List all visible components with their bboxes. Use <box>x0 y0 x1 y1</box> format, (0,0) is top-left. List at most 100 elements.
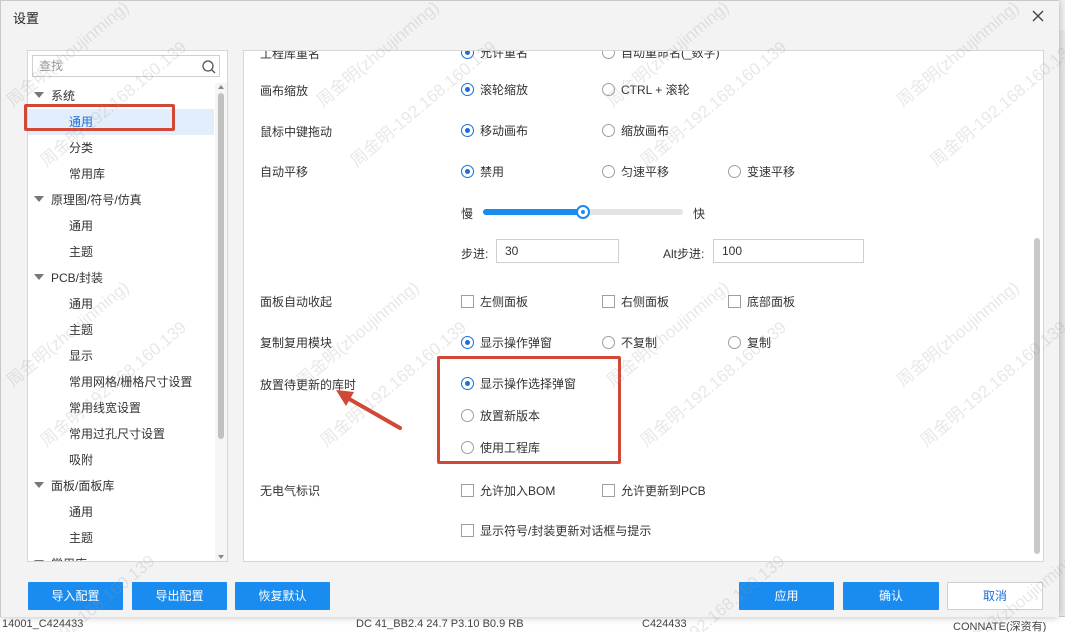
checkbox[interactable] <box>461 484 474 497</box>
background-cell: C424433 <box>642 618 687 630</box>
tree-item-label: 面板/面板库 <box>51 479 115 493</box>
setting-label-place-pending-update: 放置待更新的库时 <box>260 378 357 392</box>
scroll-up-icon[interactable] <box>218 85 224 89</box>
setting-label-panel-auto-collapse: 面板自动收起 <box>260 295 333 309</box>
tree-group-item[interactable]: 原理图/符号/仿真 <box>28 187 214 213</box>
radio-button[interactable] <box>461 124 474 137</box>
radio-button[interactable] <box>602 165 615 178</box>
setting-label-auto-pan: 自动平移 <box>260 165 309 179</box>
tree-child-item[interactable]: 显示 <box>28 343 214 369</box>
tree-item-label: 通用 <box>69 505 94 519</box>
caret-down-icon[interactable] <box>34 92 44 98</box>
caret-down-icon[interactable] <box>34 482 44 488</box>
caret-down-icon[interactable] <box>34 196 44 202</box>
radio-button[interactable] <box>461 336 474 349</box>
dialog-body: 系统通用分类常用库原理图/符号/仿真通用主题PCB/封装通用主题显示常用网格/栅… <box>1 31 1059 617</box>
checkbox-label: 显示符号/封装更新对话框与提示 <box>480 524 652 538</box>
tree-child-item[interactable]: 分类 <box>28 135 214 161</box>
radio-button[interactable] <box>602 51 615 59</box>
tree-item-label: 通用 <box>69 297 94 311</box>
radio-label: 禁用 <box>480 165 505 179</box>
reset-default-button[interactable]: 恢复默认 <box>235 582 330 610</box>
checkbox[interactable] <box>602 484 615 497</box>
checkbox[interactable] <box>461 524 474 537</box>
tree-item-label: 常用线宽设置 <box>69 401 142 415</box>
checkbox-label: 允许更新到PCB <box>621 484 706 498</box>
radio-button[interactable] <box>602 336 615 349</box>
checkbox[interactable] <box>728 295 741 308</box>
radio-button[interactable] <box>728 336 741 349</box>
tree-item-label: 常用过孔尺寸设置 <box>69 427 166 441</box>
radio-label: 放置新版本 <box>480 409 541 423</box>
tree-child-item[interactable]: 通用 <box>28 291 214 317</box>
close-button[interactable] <box>1027 6 1049 26</box>
close-icon <box>1032 10 1044 22</box>
slider-handle[interactable] <box>576 205 590 219</box>
tree-scrollbar[interactable] <box>215 83 227 561</box>
checkbox[interactable] <box>461 295 474 308</box>
radio-button[interactable] <box>728 165 741 178</box>
apply-button[interactable]: 应用 <box>739 582 834 610</box>
setting-label-no-electrical-mark: 无电气标识 <box>260 484 321 498</box>
background-right-strip <box>1058 30 1065 632</box>
settings-tree-panel: 系统通用分类常用库原理图/符号/仿真通用主题PCB/封装通用主题显示常用网格/栅… <box>27 50 228 562</box>
radio-button[interactable] <box>602 83 615 96</box>
tree-item-label: 常用网格/栅格尺寸设置 <box>69 375 193 389</box>
tree-child-item[interactable]: 常用库 <box>28 161 214 187</box>
tree-group-item[interactable]: 常用库 <box>28 551 214 561</box>
tree-item-label: 通用 <box>69 219 94 233</box>
tree-item-label: 吸附 <box>69 453 94 467</box>
slider-fast-label: 快 <box>693 207 706 221</box>
tree-search-box <box>32 55 220 77</box>
caret-down-icon[interactable] <box>34 274 44 280</box>
caret-down-icon[interactable] <box>34 560 44 561</box>
radio-button[interactable] <box>602 124 615 137</box>
checkbox-label: 右侧面板 <box>621 295 670 309</box>
tree-child-item[interactable]: 常用过孔尺寸设置 <box>28 421 214 447</box>
cancel-button[interactable]: 取消 <box>947 582 1043 610</box>
radio-button[interactable] <box>461 83 474 96</box>
search-icon[interactable] <box>201 59 217 75</box>
tree-child-item[interactable]: 通用 <box>28 213 214 239</box>
dialog-title-bar: 设置 <box>1 1 1059 31</box>
tree-child-item[interactable]: 主题 <box>28 239 214 265</box>
settings-dialog: 设置 系统通用分类常用库原理图/符号/仿真通用主题PCB/封装通用主题显示常用网… <box>0 0 1059 617</box>
settings-scrollbar[interactable] <box>1031 51 1043 561</box>
tree-child-item[interactable]: 主题 <box>28 525 214 551</box>
tree-child-item[interactable]: 常用线宽设置 <box>28 395 214 421</box>
tree-search-input[interactable] <box>33 56 193 76</box>
scroll-down-icon[interactable] <box>218 555 224 559</box>
tree-child-item[interactable]: 通用 <box>28 499 214 525</box>
ok-button[interactable]: 确认 <box>843 582 939 610</box>
tree-item-label: 通用 <box>69 115 94 129</box>
settings-scroll-thumb[interactable] <box>1034 238 1040 554</box>
radio-button[interactable] <box>461 409 474 422</box>
slider-fill <box>483 209 583 215</box>
tree-group-item[interactable]: PCB/封装 <box>28 265 214 291</box>
radio-button[interactable] <box>461 51 474 59</box>
pan-speed-slider[interactable] <box>483 205 683 219</box>
radio-label: 允许重名 <box>480 50 529 60</box>
radio-button[interactable] <box>461 377 474 390</box>
step-input[interactable] <box>496 239 619 263</box>
radio-label: CTRL + 滚轮 <box>621 83 690 97</box>
checkbox-label: 允许加入BOM <box>480 484 556 498</box>
tree-item-label: 主题 <box>69 245 94 259</box>
tree-item-label: 系统 <box>51 89 76 103</box>
radio-button[interactable] <box>461 165 474 178</box>
tree-group-item[interactable]: 面板/面板库 <box>28 473 214 499</box>
tree-group-item[interactable]: 系统 <box>28 83 214 109</box>
tree-child-item[interactable]: 吸附 <box>28 447 214 473</box>
checkbox[interactable] <box>602 295 615 308</box>
tree-child-item[interactable]: 通用 <box>28 109 214 135</box>
radio-button[interactable] <box>461 441 474 454</box>
dialog-title: 设置 <box>13 11 40 26</box>
tree-item-label: 常用库 <box>51 551 87 561</box>
import-config-button[interactable]: 导入配置 <box>28 582 123 610</box>
alt-step-input[interactable] <box>713 239 864 263</box>
tree-child-item[interactable]: 主题 <box>28 317 214 343</box>
export-config-button[interactable]: 导出配置 <box>132 582 227 610</box>
tree-child-item[interactable]: 常用网格/栅格尺寸设置 <box>28 369 214 395</box>
tree-item-label: 常用库 <box>69 167 106 181</box>
tree-scroll-thumb[interactable] <box>218 93 224 439</box>
